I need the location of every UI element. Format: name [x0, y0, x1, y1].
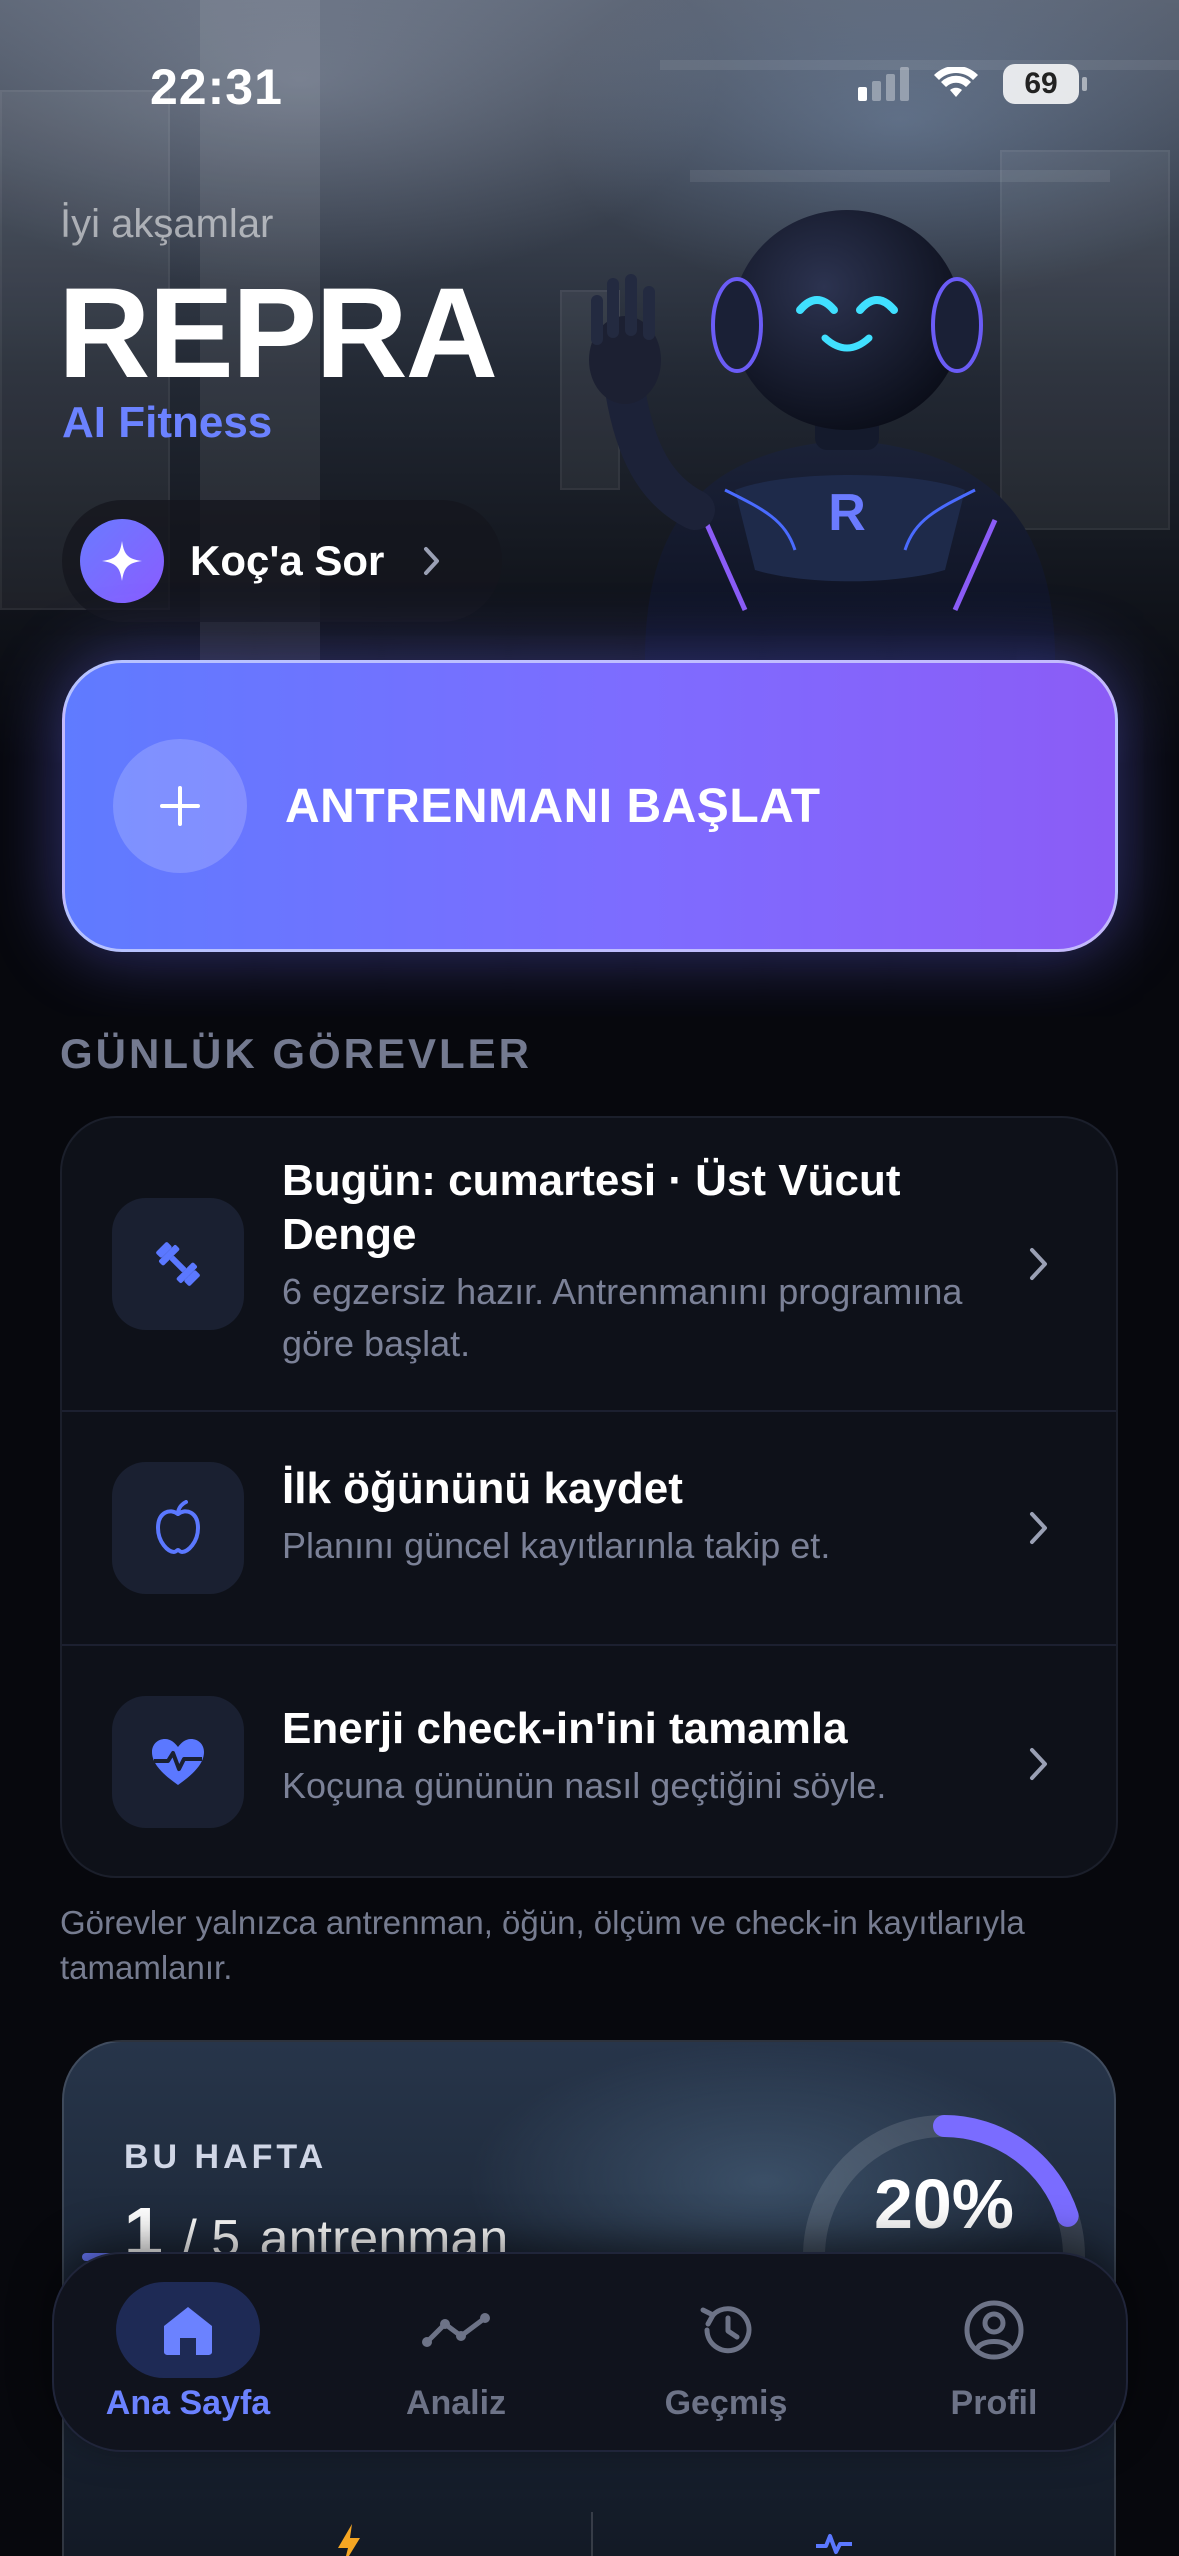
chevron-right-icon [1030, 1748, 1047, 1780]
tab-history-label: Geçmiş [664, 2384, 788, 2422]
robot-mascot: R [589, 210, 1055, 660]
svg-text:R: R [828, 484, 866, 542]
sparkle-icon [80, 519, 164, 603]
tab-analysis-label: Analiz [405, 2384, 507, 2422]
task-energy[interactable]: Enerji check-in'ini tamamla Koçuna günün… [62, 1644, 1116, 1876]
ask-coach-button[interactable]: Koç'a Sor [62, 500, 502, 622]
chevron-right-icon [1030, 1248, 1047, 1280]
task-title: İlk öğününü kaydet [282, 1464, 683, 1513]
tasks-note: Görevler yalnızca antrenman, öğün, ölçüm… [60, 1904, 1025, 1986]
apple-icon [112, 1462, 244, 1594]
weekly-stats-row [64, 2462, 1114, 2556]
daily-tasks-card: Bugün: cumartesi · Üst Vücut Denge 6 egz… [60, 1116, 1118, 1878]
history-icon [654, 2282, 798, 2378]
signal-icon [858, 67, 909, 101]
trend-line-icon [384, 2282, 528, 2378]
user-circle-icon [922, 2282, 1066, 2378]
task-workout[interactable]: Bugün: cumartesi · Üst Vücut Denge 6 egz… [62, 1118, 1116, 1410]
bottom-tab-bar: Ana Sayfa Analiz Geçmiş Profil [52, 2252, 1128, 2452]
ask-coach-label: Koç'a Sor [190, 537, 385, 584]
chevron-right-icon [424, 547, 440, 575]
bolt-icon [338, 2524, 360, 2556]
status-time: 22:31 [150, 59, 283, 115]
tab-analysis[interactable]: Analiz [356, 2254, 556, 2454]
battery-icon: 69 [1003, 64, 1087, 104]
app-subtitle: AI Fitness [62, 398, 273, 447]
tab-profile[interactable]: Profil [894, 2254, 1094, 2454]
task-subtitle: 6 egzersiz hazır. Antrenmanını programın… [282, 1271, 963, 1364]
greeting: İyi akşamlar [60, 202, 274, 246]
task-subtitle: Planını güncel kayıtlarınla takip et. [282, 1525, 831, 1566]
plus-icon [113, 739, 247, 873]
start-workout-button[interactable]: ANTRENMANI BAŞLAT [62, 660, 1118, 952]
app-brand: REPRA [58, 262, 498, 405]
weekly-label: BU HAFTA [124, 2138, 328, 2176]
tab-history[interactable]: Geçmiş [626, 2254, 826, 2454]
tab-profile-label: Profil [950, 2384, 1038, 2422]
home-icon [116, 2282, 260, 2378]
tab-home-label: Ana Sayfa [105, 2384, 271, 2422]
task-subtitle: Koçuna gününün nasıl geçtiğini söyle. [282, 1765, 887, 1806]
wifi-icon [934, 67, 978, 97]
chevron-right-icon [1030, 1512, 1047, 1544]
task-title: Enerji check-in'ini tamamla [282, 1704, 848, 1753]
start-workout-label: ANTRENMANI BAŞLAT [285, 779, 821, 833]
weekly-progress-percent: 20% [873, 2165, 1015, 2243]
status-indicators: 69 [858, 64, 1087, 104]
daily-tasks-title: GÜNLÜK GÖREVLER [60, 1030, 533, 1077]
pulse-icon [816, 2534, 852, 2554]
dumbbell-icon [112, 1198, 244, 1330]
heart-pulse-icon [112, 1696, 244, 1828]
tab-home[interactable]: Ana Sayfa [88, 2254, 288, 2454]
task-meal[interactable]: İlk öğününü kaydet Planını güncel kayıtl… [62, 1410, 1116, 1644]
task-title: Bugün: cumartesi · Üst Vücut Denge [282, 1156, 901, 1259]
